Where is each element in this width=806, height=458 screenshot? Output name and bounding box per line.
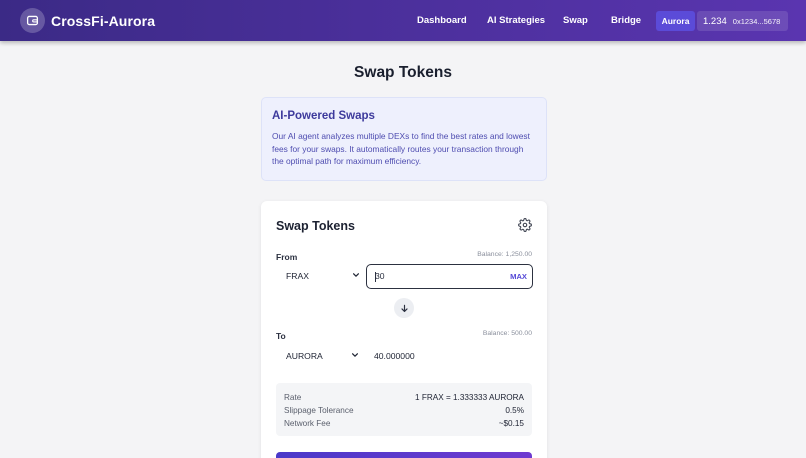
detail-row-rate: Rate 1 FRAX = 1.333333 AURORA bbox=[284, 392, 524, 405]
ai-info-box: AI-Powered Swaps Our AI agent analyzes m… bbox=[261, 97, 547, 181]
nav-dashboard[interactable]: Dashboard bbox=[417, 15, 467, 26]
nav-bridge[interactable]: Bridge bbox=[611, 15, 641, 26]
nav-swap[interactable]: Swap bbox=[563, 15, 588, 26]
wallet-icon bbox=[20, 8, 45, 33]
max-button[interactable]: MAX bbox=[510, 272, 527, 281]
from-amount-input[interactable]: 30 MAX bbox=[366, 264, 533, 289]
brand-name: CrossFi-Aurora bbox=[51, 12, 156, 29]
top-navbar: CrossFi-Aurora Dashboard AI Strategies S… bbox=[0, 0, 806, 41]
swap-details: Rate 1 FRAX = 1.333333 AURORA Slippage T… bbox=[276, 383, 532, 436]
info-title: AI-Powered Swaps bbox=[272, 110, 375, 122]
brand[interactable]: CrossFi-Aurora bbox=[20, 8, 155, 33]
detail-value: ~$0.15 bbox=[498, 418, 524, 428]
info-text: Our AI agent analyzes multiple DEXs to f… bbox=[272, 131, 530, 167]
swap-card: Swap Tokens From Balance: 1,250.00 FRAX … bbox=[261, 201, 547, 458]
page-title: Swap Tokens bbox=[354, 64, 452, 81]
arrow-down-icon bbox=[400, 304, 408, 312]
nav-ai-strategies[interactable]: AI Strategies bbox=[487, 15, 545, 26]
network-badge[interactable]: Aurora bbox=[656, 11, 695, 31]
detail-row-slippage: Slippage Tolerance 0.5% bbox=[284, 405, 524, 418]
detail-value: 0.5% bbox=[505, 405, 524, 415]
from-token-value: FRAX bbox=[286, 271, 309, 281]
swap-card-title: Swap Tokens bbox=[276, 219, 355, 233]
from-balance: Balance: 1,250.00 bbox=[477, 251, 532, 258]
flip-tokens-button[interactable] bbox=[394, 298, 414, 318]
to-amount-output: 40.000000 bbox=[374, 351, 415, 361]
detail-label: Rate bbox=[284, 393, 302, 402]
wallet-address: 0x1234...5678 bbox=[732, 16, 781, 26]
detail-label: Slippage Tolerance bbox=[284, 405, 354, 415]
to-balance: Balance: 500.00 bbox=[482, 330, 532, 337]
from-token-select[interactable]: FRAX bbox=[286, 265, 360, 287]
detail-value: 1 FRAX = 1.333333 AURORA bbox=[415, 393, 524, 402]
settings-icon[interactable] bbox=[518, 218, 532, 232]
to-token-select[interactable]: AURORA bbox=[286, 345, 359, 367]
from-label: From bbox=[276, 252, 298, 262]
to-label: To bbox=[276, 331, 286, 341]
to-token-value: AURORA bbox=[286, 351, 323, 361]
swap-button[interactable] bbox=[276, 452, 532, 458]
detail-label: Network Fee bbox=[284, 418, 331, 428]
chevron-down-icon bbox=[352, 353, 358, 357]
wallet-button[interactable]: 1.234 0x1234...5678 bbox=[697, 11, 788, 31]
detail-row-network-fee: Network Fee ~$0.15 bbox=[284, 418, 524, 431]
from-amount-value: 30 bbox=[375, 271, 385, 282]
chevron-down-icon bbox=[353, 273, 359, 277]
wallet-balance: 1.234 bbox=[703, 15, 727, 27]
